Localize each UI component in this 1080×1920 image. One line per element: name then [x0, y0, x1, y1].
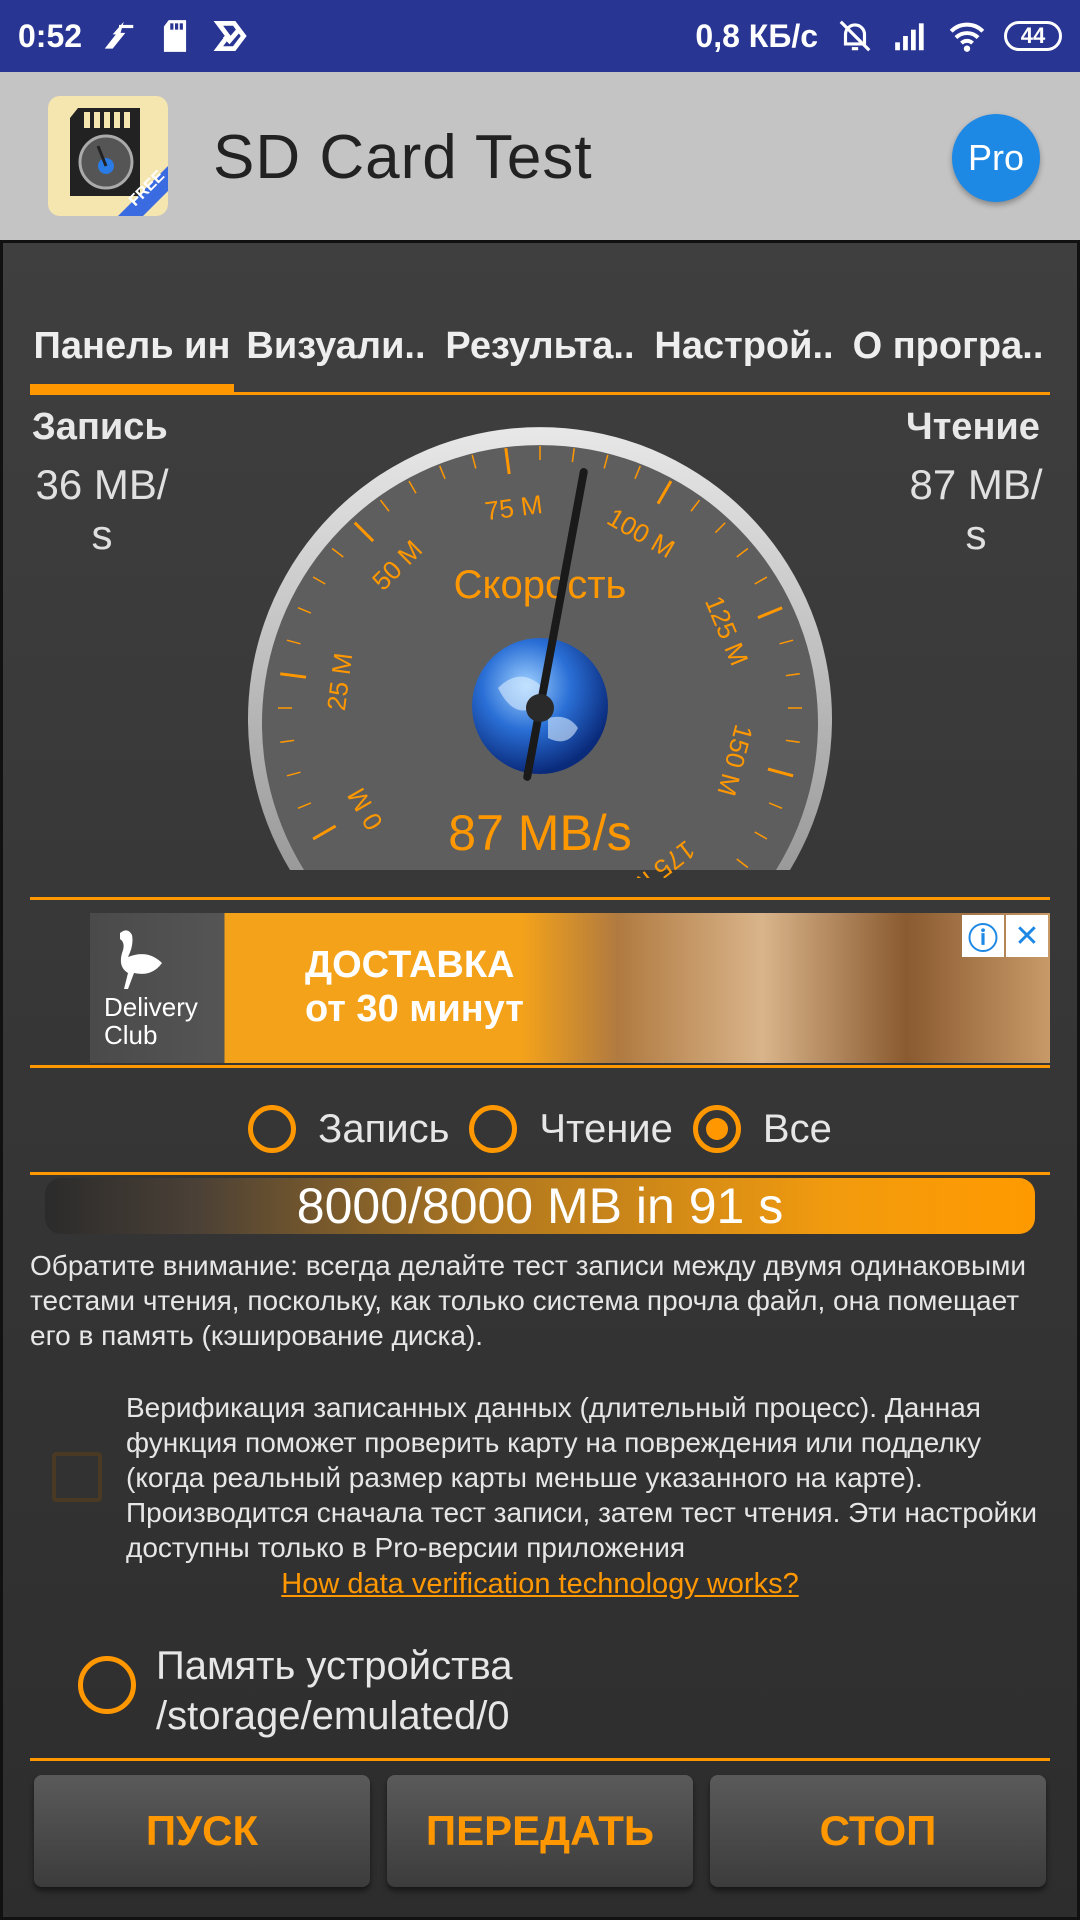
storage-path: /storage/emulated/0: [156, 1694, 510, 1738]
app-title: SD Card Test: [213, 123, 593, 192]
mode-selector: Запись Чтение Все: [0, 1097, 1080, 1161]
divider-storage: [30, 1758, 1050, 1761]
lightning-icon: [104, 21, 134, 49]
tab-visualization[interactable]: Визуали..: [234, 300, 438, 392]
signal-icon: [895, 23, 924, 51]
send-button[interactable]: ПЕРЕДАТЬ: [387, 1775, 693, 1887]
mode-read-label: Чтение: [539, 1106, 673, 1151]
ad-info-icon[interactable]: ⓘ: [962, 915, 1004, 957]
verification-link[interactable]: How data verification technology works?: [0, 1568, 1080, 1601]
tab-bar: Панель ин Визуали.. Результа.. Настрой..…: [30, 300, 1050, 392]
divider-mode: [30, 1172, 1050, 1175]
read-label: Чтение: [906, 406, 1040, 448]
tab-underline: [30, 392, 1050, 395]
mode-write-label: Запись: [318, 1106, 450, 1151]
task-check-icon: [213, 20, 247, 52]
tab-settings[interactable]: Настрой..: [642, 300, 846, 392]
gauge-title: Скорость: [454, 563, 627, 607]
progress-bar: 8000/8000 MB in 91 s: [45, 1178, 1035, 1234]
battery-icon: 44: [1004, 21, 1062, 51]
status-bar: 0:52 0,8 КБ/с 44: [0, 0, 1080, 72]
divider-ad: [30, 1065, 1050, 1068]
ad-banner[interactable]: Delivery Club ДОСТАВКА от 30 минут ⓘ ✕: [90, 913, 1050, 1063]
mode-all-label: Все: [762, 1106, 832, 1151]
ad-brand: Delivery Club: [104, 993, 198, 1049]
stop-button[interactable]: СТОП: [710, 1775, 1046, 1887]
write-label: Запись: [32, 406, 168, 448]
speed-gauge: 0 M25 M50 M75 M100 M125 M150 M175 M200 M…: [248, 427, 832, 878]
tab-dashboard[interactable]: Панель ин: [30, 300, 234, 392]
write-value-line2: s: [91, 511, 113, 558]
read-value-line1: 87 MB/: [909, 461, 1043, 508]
ad-headline-line1: ДОСТАВКА: [305, 944, 515, 986]
mode-read-radio[interactable]: [469, 1105, 518, 1153]
network-speed: 0,8 КБ/с: [695, 17, 818, 54]
mode-write-radio[interactable]: [248, 1105, 297, 1153]
sd-card-icon: [163, 20, 187, 52]
ad-brand-line1: Delivery: [104, 992, 198, 1022]
ad-headline-line2: от 30 минут: [305, 988, 524, 1030]
status-time: 0:52: [18, 17, 83, 54]
mode-option-all[interactable]: Все: [692, 1105, 832, 1153]
cache-note: Обратите внимание: всегда делайте тест з…: [30, 1250, 1027, 1351]
storage-name: Память устройства: [156, 1644, 513, 1688]
read-value-line2: s: [965, 511, 987, 558]
wifi-icon: [949, 22, 985, 52]
verification-text: Верификация записанных данных (длительны…: [126, 1392, 1038, 1563]
tab-results[interactable]: Результа..: [438, 300, 642, 392]
app-bar: FREE SD Card Test Pro: [0, 72, 1080, 240]
gauge-value: 87 MB/s: [448, 805, 631, 861]
ostrich-icon: [120, 930, 162, 989]
write-value-line1: 36 MB/: [35, 461, 169, 508]
mode-option-read[interactable]: Чтение: [469, 1105, 673, 1153]
ad-headline: ДОСТАВКА от 30 минут: [305, 943, 524, 1031]
ad-controls: ⓘ ✕: [962, 915, 1048, 957]
storage-radio[interactable]: [78, 1656, 136, 1714]
app-logo: FREE: [48, 96, 168, 216]
gauge-hub: [526, 694, 554, 722]
muted-bell-icon: [839, 20, 871, 52]
ad-brand-line2: Club: [104, 1020, 158, 1050]
verification-checkbox[interactable]: [52, 1452, 102, 1502]
tab-about[interactable]: О програ..: [846, 300, 1050, 392]
mode-all-radio[interactable]: [692, 1105, 741, 1153]
divider-gauge: [30, 897, 1050, 900]
ad-close-icon[interactable]: ✕: [1006, 915, 1048, 957]
mode-option-write[interactable]: Запись: [248, 1105, 449, 1153]
start-button[interactable]: ПУСК: [34, 1775, 370, 1887]
pro-button[interactable]: Pro: [952, 114, 1040, 202]
